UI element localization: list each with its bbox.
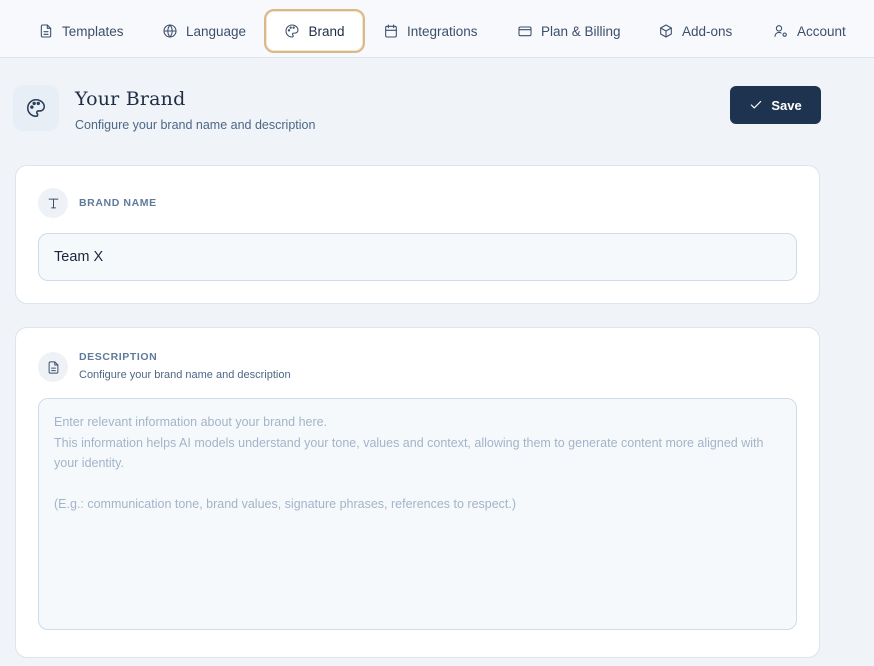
tab-integrations[interactable]: Integrations [375,9,486,53]
description-textarea[interactable] [38,398,797,630]
description-label: DESCRIPTION [79,351,158,363]
description-card: DESCRIPTION Configure your brand name an… [15,327,820,658]
tab-templates[interactable]: Templates [30,9,132,53]
tab-label: Account [797,23,846,39]
credit-card-icon [518,26,532,37]
brand-name-label: BRAND NAME [79,197,157,209]
palette-icon [285,24,300,38]
tab-label: Add-ons [682,23,733,39]
settings-tab-bar: Templates Language Brand Integrations Pl… [0,0,874,58]
tab-add-ons[interactable]: Add-ons [650,9,740,53]
tab-language[interactable]: Language [154,9,254,53]
page-title: Your Brand [75,88,186,110]
tab-label: Brand [308,23,345,39]
save-button[interactable]: Save [730,86,821,124]
tab-label: Plan & Billing [541,23,621,39]
document-icon-badge [38,352,68,382]
brand-header-icon-box [13,85,59,131]
file-text-icon [40,24,52,38]
package-icon [660,24,672,38]
calendar-icon [385,24,397,38]
globe-icon [163,24,177,38]
type-icon [48,198,58,208]
save-button-label: Save [771,97,802,113]
check-icon [751,100,762,109]
tab-label: Templates [62,23,124,39]
type-icon-badge [38,188,68,218]
brand-name-input[interactable] [38,233,797,281]
brand-name-card: BRAND NAME [15,165,820,304]
tab-account[interactable]: Account [765,9,854,53]
user-cog-icon [774,25,787,37]
tab-label: Integrations [407,23,478,39]
page-subtitle: Configure your brand name and descriptio… [75,118,316,132]
description-subtitle: Configure your brand name and descriptio… [79,369,291,381]
tab-plan-billing[interactable]: Plan & Billing [509,9,629,53]
tab-brand[interactable]: Brand [264,9,365,53]
tab-label: Language [186,23,247,39]
palette-icon [27,98,46,118]
document-icon [48,360,58,374]
